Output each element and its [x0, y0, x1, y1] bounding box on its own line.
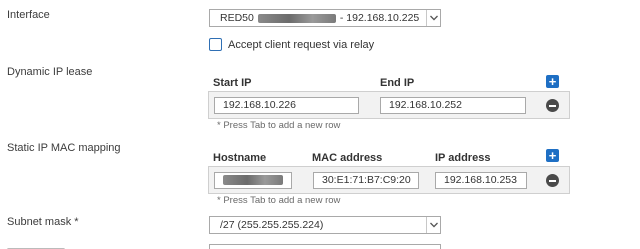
hostname-input[interactable]: [214, 172, 292, 189]
subnet-mask-label: Subnet mask *: [7, 216, 79, 228]
dynamic-lease-row: 192.168.10.226 192.168.10.252: [208, 91, 570, 119]
static-mapping-row: 30:E1:71:B7:C9:20 192.168.10.253: [208, 166, 570, 194]
relay-checkbox[interactable]: [209, 38, 222, 51]
mac-address-input[interactable]: 30:E1:71:B7:C9:20: [313, 172, 419, 189]
hostname-header: Hostname: [213, 152, 267, 164]
chevron-down-icon: [426, 217, 440, 233]
interface-select[interactable]: RED50- 192.168.10.225: [209, 9, 441, 27]
relay-checkbox-label: Accept client request via relay: [228, 39, 375, 51]
end-ip-header: End IP: [380, 77, 415, 89]
start-ip-input[interactable]: 192.168.10.226: [214, 97, 359, 114]
add-static-row-button[interactable]: +: [546, 149, 559, 162]
dynamic-lease-hint: * Press Tab to add a new row: [217, 120, 341, 131]
subnet-mask-select[interactable]: /27 (255.255.255.224): [209, 216, 441, 234]
ip-address-header: IP address: [435, 152, 491, 164]
add-dynamic-row-button[interactable]: +: [546, 75, 559, 88]
static-ip-mac-mapping-label: Static IP MAC mapping: [7, 142, 121, 154]
interface-value: RED50- 192.168.10.225: [220, 12, 420, 24]
ip-address-input[interactable]: 192.168.10.253: [435, 172, 527, 189]
subnet-mask-value: /27 (255.255.255.224): [220, 219, 324, 231]
cutoff-select[interactable]: [209, 244, 441, 249]
end-ip-input[interactable]: 192.168.10.252: [380, 97, 526, 114]
interface-label: Interface: [7, 9, 50, 21]
start-ip-header: Start IP: [213, 77, 252, 89]
static-mapping-hint: * Press Tab to add a new row: [217, 195, 341, 206]
plus-icon: +: [548, 148, 557, 163]
plus-icon: +: [548, 74, 557, 89]
cutoff-label: [7, 243, 67, 249]
redacted-text: [257, 13, 336, 23]
chevron-down-icon: [426, 10, 440, 26]
redacted-text: [223, 175, 283, 186]
dynamic-ip-lease-label: Dynamic IP lease: [7, 66, 93, 78]
remove-static-row-button[interactable]: [546, 174, 559, 187]
mac-address-header: MAC address: [312, 152, 383, 164]
remove-dynamic-row-button[interactable]: [546, 99, 559, 112]
